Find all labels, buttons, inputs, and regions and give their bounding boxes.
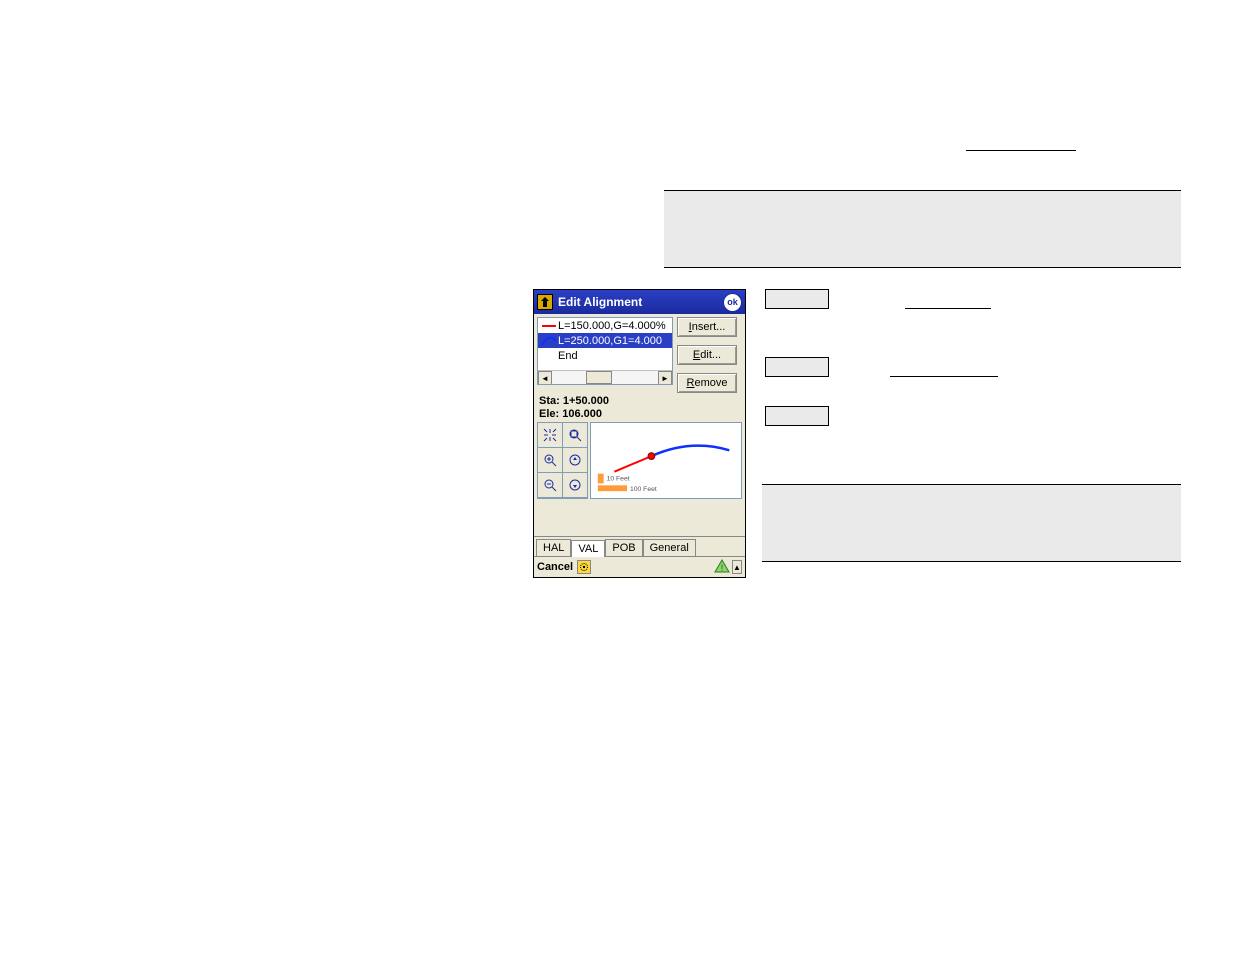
edit-button[interactable]: Edit... bbox=[677, 345, 737, 365]
titlebar: Edit Alignment ok bbox=[534, 290, 745, 314]
scale-x-label: 100 Feet bbox=[630, 486, 657, 493]
tab-hal[interactable]: HAL bbox=[536, 539, 571, 556]
list-item-label: End bbox=[558, 350, 578, 362]
svg-text:!: ! bbox=[721, 563, 724, 573]
warning-icon[interactable]: ! bbox=[714, 558, 730, 577]
tab-val[interactable]: VAL bbox=[571, 540, 605, 557]
zoom-toolbar bbox=[537, 422, 588, 499]
decor-rule-2 bbox=[905, 308, 991, 309]
elevation-label: Ele: 106.000 bbox=[539, 408, 740, 421]
list-item[interactable]: L=150.000,G=4.000% bbox=[538, 318, 672, 333]
zoom-out-button[interactable] bbox=[538, 473, 562, 497]
edit-alignment-window: Edit Alignment ok L=150.000,G=4.000% L=2… bbox=[533, 289, 746, 578]
tab-pob[interactable]: POB bbox=[605, 539, 642, 556]
decor-rule-band-bottom bbox=[664, 267, 1181, 268]
list-item[interactable]: L=250.000,G1=4.000 bbox=[538, 333, 672, 348]
cancel-button[interactable]: Cancel bbox=[537, 561, 573, 573]
remove-button[interactable]: Remove bbox=[677, 373, 737, 393]
decor-band-2 bbox=[762, 485, 1181, 561]
decor-box-3 bbox=[765, 406, 829, 426]
horizontal-scrollbar[interactable]: ◄ ► bbox=[538, 370, 672, 384]
insert-button[interactable]: Insert... bbox=[677, 317, 737, 337]
selection-stats: Sta: 1+50.000 Ele: 106.000 bbox=[534, 393, 745, 422]
pan-up-button[interactable] bbox=[563, 448, 587, 472]
client-area: L=150.000,G=4.000% L=250.000,G1=4.000 En… bbox=[534, 314, 745, 577]
decor-rule-3 bbox=[890, 376, 998, 377]
profile-plot[interactable]: 10 Feet 100 Feet bbox=[590, 422, 742, 499]
decor-rule-band2-bottom bbox=[762, 561, 1181, 562]
decor-rule-short-top bbox=[966, 150, 1076, 151]
pan-down-button[interactable] bbox=[563, 473, 587, 497]
line-segment-icon bbox=[540, 321, 558, 331]
decor-band-1 bbox=[664, 191, 1181, 267]
zoom-window-button[interactable] bbox=[563, 423, 587, 447]
scale-y-label: 10 Feet bbox=[607, 475, 630, 482]
list-item-label: L=250.000,G1=4.000 bbox=[558, 335, 662, 347]
scroll-left-button[interactable]: ◄ bbox=[538, 371, 552, 385]
scroll-right-button[interactable]: ► bbox=[658, 371, 672, 385]
quick-menu-button[interactable] bbox=[577, 560, 591, 574]
ok-button[interactable]: ok bbox=[723, 293, 742, 312]
decor-box-2 bbox=[765, 357, 829, 377]
scroll-thumb[interactable] bbox=[586, 371, 612, 384]
list-item-label: L=150.000,G=4.000% bbox=[558, 320, 666, 332]
tab-strip: HAL VAL POB General bbox=[534, 536, 745, 556]
list-item[interactable]: End bbox=[538, 348, 672, 363]
tab-general[interactable]: General bbox=[643, 539, 696, 556]
bottom-bar: Cancel ! ▲ bbox=[534, 556, 745, 577]
station-label: Sta: 1+50.000 bbox=[539, 395, 740, 408]
window-title: Edit Alignment bbox=[558, 295, 723, 309]
segment-list[interactable]: L=150.000,G=4.000% L=250.000,G1=4.000 En… bbox=[537, 317, 673, 385]
app-icon bbox=[537, 294, 553, 310]
scroll-track[interactable] bbox=[552, 371, 658, 384]
curve-segment-icon bbox=[540, 336, 558, 346]
zoom-extents-button[interactable] bbox=[538, 423, 562, 447]
decor-box-1 bbox=[765, 289, 829, 309]
sip-toggle-button[interactable]: ▲ bbox=[732, 560, 742, 574]
zoom-in-button[interactable] bbox=[538, 448, 562, 472]
